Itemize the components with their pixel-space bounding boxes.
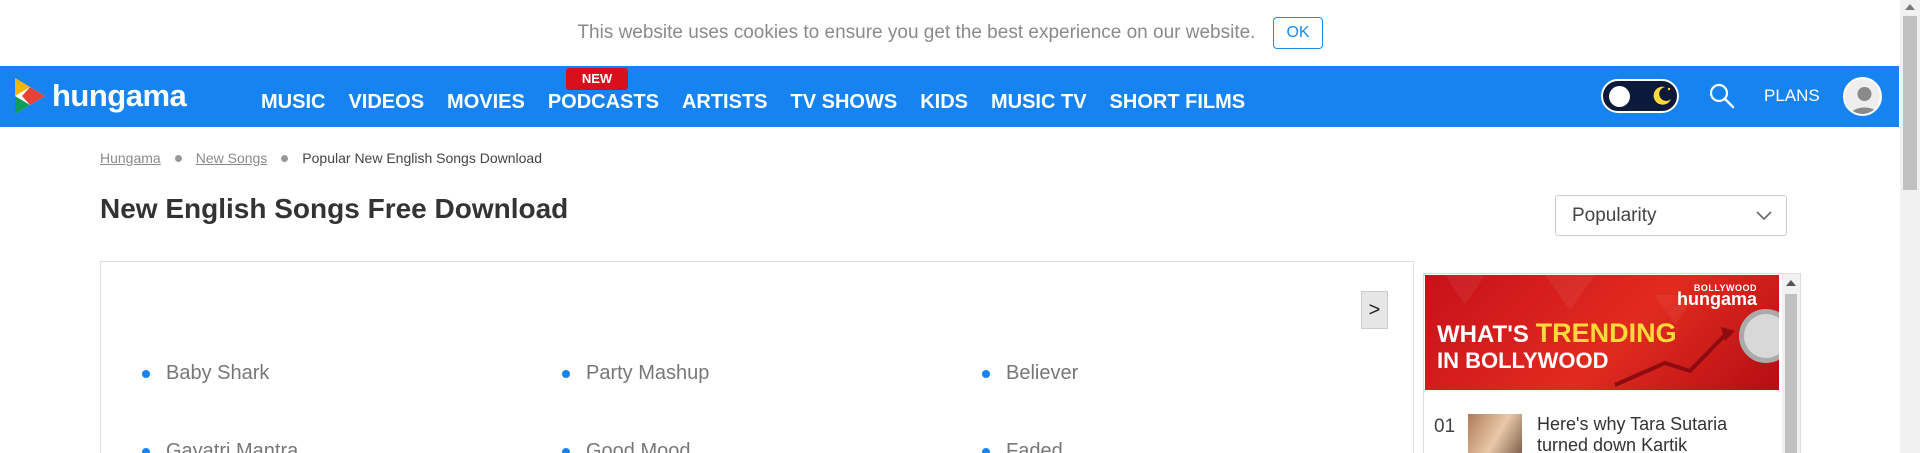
nav-item-music-tv[interactable]: MUSIC TV <box>991 66 1087 127</box>
breadcrumb-current: Popular New English Songs Download <box>302 150 542 166</box>
page-title: New English Songs Free Download <box>100 193 569 224</box>
new-badge: NEW <box>565 68 629 90</box>
cookie-message: This website uses cookies to ensure you … <box>577 22 1256 43</box>
toggle-knob <box>1609 86 1630 107</box>
banner-headline: WHAT'S TRENDING <box>1437 318 1677 349</box>
scrollbar-thumb[interactable] <box>1903 16 1917 190</box>
breadcrumb-separator <box>281 154 289 162</box>
bullet-icon <box>562 369 570 378</box>
trending-banner[interactable]: BOLLYWOOD hungama WHAT'S TRENDING IN BOL… <box>1425 275 1779 390</box>
page-scrollbar[interactable] <box>1900 0 1920 453</box>
trending-item-title[interactable]: Here's why Tara Sutaria turned down Kart… <box>1537 414 1767 453</box>
page: This website uses cookies to ensure you … <box>0 0 1920 453</box>
song-title: Baby Shark <box>166 362 270 384</box>
song-list-panel <box>100 261 1414 453</box>
nav-item-artists[interactable]: ARTISTS <box>682 66 768 127</box>
moon-icon <box>1653 86 1671 105</box>
nav-item-podcasts-label: PODCASTS <box>547 91 659 113</box>
trending-item-number: 01 <box>1434 416 1456 437</box>
list-item[interactable]: Faded <box>982 440 1063 453</box>
trending-widget: BOLLYWOOD hungama WHAT'S TRENDING IN BOL… <box>1423 273 1801 453</box>
sort-selected-value: Popularity <box>1572 204 1657 226</box>
nav-menu: MUSIC VIDEOS MOVIES NEW PODCASTS ARTISTS… <box>261 66 1268 127</box>
bullet-icon <box>982 447 990 453</box>
cookie-bar: This website uses cookies to ensure you … <box>0 0 1900 66</box>
song-title: Faded <box>1006 440 1063 453</box>
list-item[interactable]: Believer <box>982 362 1078 385</box>
list-item[interactable]: Good Mood <box>562 440 691 453</box>
widget-scrollbar-thumb[interactable] <box>1785 294 1797 453</box>
song-title: Party Mashup <box>586 362 710 384</box>
play-logo-icon <box>15 78 45 114</box>
user-avatar-icon[interactable] <box>1843 77 1882 116</box>
breadcrumb-new-songs[interactable]: New Songs <box>196 150 268 166</box>
trending-item-thumbnail[interactable] <box>1468 414 1522 453</box>
song-title: Good Mood <box>586 440 691 453</box>
nav-item-movies[interactable]: MOVIES <box>447 66 525 127</box>
banner-subheadline: IN BOLLYWOOD <box>1437 348 1609 373</box>
banner-headline-prefix: WHAT'S <box>1437 321 1536 348</box>
list-item[interactable]: Gayatri Mantra <box>142 440 298 453</box>
plans-link[interactable]: PLANS <box>1764 86 1820 106</box>
breadcrumb-separator <box>174 154 182 162</box>
nav-item-music[interactable]: MUSIC <box>261 66 325 127</box>
breadcrumb: Hungama New Songs Popular New English So… <box>100 150 542 166</box>
next-button[interactable]: > <box>1361 291 1388 329</box>
bullet-icon <box>982 369 990 378</box>
search-icon[interactable] <box>1708 82 1736 110</box>
scroll-up-arrow-icon[interactable] <box>1786 280 1796 286</box>
theme-toggle[interactable] <box>1601 79 1679 113</box>
bullet-icon <box>562 447 570 453</box>
sort-dropdown[interactable]: Popularity <box>1555 195 1787 236</box>
nav-item-videos[interactable]: VIDEOS <box>348 66 424 127</box>
widget-scrollbar[interactable] <box>1782 274 1800 453</box>
nav-item-podcasts[interactable]: NEW PODCASTS <box>548 66 659 127</box>
nav-item-tv-shows[interactable]: TV SHOWS <box>791 66 898 127</box>
bullet-icon <box>142 447 150 453</box>
song-title: Gayatri Mantra <box>166 440 299 453</box>
breadcrumb-hungama[interactable]: Hungama <box>100 150 161 166</box>
song-title: Believer <box>1006 362 1079 384</box>
bullet-icon <box>142 369 150 378</box>
nav-item-kids[interactable]: KIDS <box>920 66 968 127</box>
user-silhouette-icon <box>1850 87 1879 114</box>
list-item[interactable]: Baby Shark <box>142 362 269 385</box>
banner-headline-highlight: TRENDING <box>1535 318 1677 348</box>
cookie-ok-button[interactable]: OK <box>1273 17 1323 49</box>
main-navbar: hungama MUSIC VIDEOS MOVIES NEW PODCASTS… <box>0 66 1899 127</box>
logo-text: hungama <box>52 78 187 113</box>
nav-item-short-films[interactable]: SHORT FILMS <box>1110 66 1246 127</box>
hungama-logo[interactable]: hungama <box>12 76 187 116</box>
scroll-up-arrow-icon[interactable] <box>1905 4 1915 10</box>
list-item[interactable]: Party Mashup <box>562 362 709 385</box>
chevron-down-icon <box>1756 211 1772 221</box>
banner-brand: hungama <box>1676 289 1757 309</box>
